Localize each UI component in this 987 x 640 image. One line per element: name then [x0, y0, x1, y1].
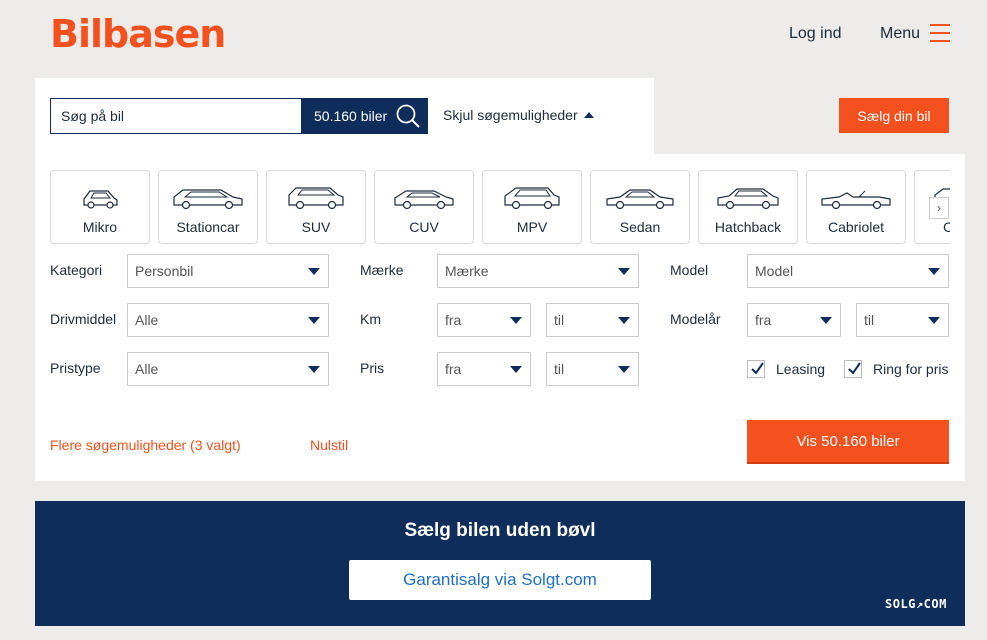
pris-from-select[interactable]: fra [437, 352, 531, 386]
category-hatchback[interactable]: Hatchback [698, 170, 798, 244]
car-mpv-icon [504, 187, 560, 210]
car-sedan-icon [606, 189, 674, 210]
car-cabriolet-icon [821, 190, 891, 210]
search-count-label: 50.160 biler [314, 108, 388, 124]
km-to-select[interactable]: til [546, 303, 639, 337]
search-icon [396, 104, 420, 128]
category-label: Mikro [82, 219, 118, 235]
checkmark-icon [751, 362, 764, 375]
triangle-up-icon [583, 112, 594, 118]
category-partial[interactable]: › C [914, 170, 950, 244]
ring-for-pris-label: Ring for pris [873, 361, 949, 377]
caret-down-icon [618, 366, 630, 373]
sell-car-button[interactable]: Sælg din bil [839, 98, 949, 133]
caret-down-icon [928, 317, 940, 324]
hamburger-icon[interactable] [930, 24, 950, 42]
km-from-select[interactable]: fra [437, 303, 531, 337]
drivmiddel-label: Drivmiddel [50, 311, 117, 327]
leasing-label: Leasing [776, 361, 826, 377]
kategori-label: Kategori [50, 262, 103, 278]
category-mpv[interactable]: MPV [482, 170, 582, 244]
drivmiddel-select[interactable]: Alle [127, 303, 329, 337]
ring-for-pris-checkbox[interactable] [844, 360, 862, 378]
caret-down-icon [510, 317, 522, 324]
show-results-button[interactable]: Vis 50.160 biler [747, 420, 949, 464]
category-sedan[interactable]: Sedan [590, 170, 690, 244]
caret-down-icon [308, 317, 320, 324]
modelaar-to-select[interactable]: til [856, 303, 949, 337]
category-cuv[interactable]: CUV [374, 170, 474, 244]
modelaar-from-select[interactable]: fra [747, 303, 841, 337]
car-mikro-icon [83, 190, 118, 209]
garantisalg-button[interactable]: Garantisalg via Solgt.com [349, 560, 651, 600]
search-submit-button[interactable]: 50.160 biler [301, 99, 427, 133]
pristype-select[interactable]: Alle [127, 352, 329, 386]
car-suv-icon [288, 187, 344, 210]
caret-down-icon [820, 317, 832, 324]
category-mikro[interactable]: Mikro [50, 170, 150, 244]
search-box: 50.160 biler [50, 98, 428, 134]
pristype-label: Pristype [50, 360, 101, 376]
category-label: C [943, 219, 950, 235]
kategori-select[interactable]: Personbil [127, 254, 329, 288]
menu-link[interactable]: Menu [880, 25, 920, 43]
toggle-search-options[interactable]: Skjul søgemuligheder [443, 107, 594, 123]
category-stationcar[interactable]: Stationcar [158, 170, 258, 244]
leasing-checkbox[interactable] [747, 360, 765, 378]
checkmark-icon [848, 362, 861, 375]
caret-down-icon [308, 366, 320, 373]
pris-label: Pris [360, 360, 385, 376]
category-label: CUV [409, 219, 439, 235]
search-input[interactable] [51, 99, 301, 133]
pris-to-select[interactable]: til [546, 352, 639, 386]
model-select[interactable]: Model [747, 254, 949, 288]
category-label: MPV [516, 219, 548, 235]
caret-down-icon [618, 317, 630, 324]
solgt-logo: SOLG↗COM [885, 597, 947, 611]
category-label: SUV [301, 219, 331, 235]
category-label: Sedan [619, 219, 661, 235]
category-label: Cabriolet [827, 219, 885, 235]
sell-banner: Sælg bilen uden bøvl Garantisalg via Sol… [35, 501, 965, 626]
caret-down-icon [510, 366, 522, 373]
model-label: Model [670, 262, 709, 278]
car-cuv-icon [394, 190, 454, 210]
category-label: Hatchback [714, 219, 782, 235]
category-label: Stationcar [176, 219, 240, 235]
bilbasen-logo[interactable]: Bilbasen [50, 12, 226, 56]
car-stationcar-icon [173, 189, 243, 210]
car-hatchback-icon [717, 188, 779, 210]
maerke-label: Mærke [360, 262, 404, 278]
caret-down-icon [618, 268, 630, 275]
chevron-right-icon[interactable]: › [929, 197, 949, 219]
more-search-options-link[interactable]: Flere søgemuligheder (3 valgt) [50, 437, 241, 453]
km-label: Km [360, 311, 381, 327]
modelaar-label: Modelår [670, 311, 721, 327]
reset-link[interactable]: Nulstil [310, 437, 348, 453]
banner-title: Sælg bilen uden bøvl [404, 520, 596, 541]
maerke-select[interactable]: Mærke [437, 254, 639, 288]
login-link[interactable]: Log ind [789, 25, 842, 43]
category-suv[interactable]: SUV [266, 170, 366, 244]
category-cabriolet[interactable]: Cabriolet [806, 170, 906, 244]
caret-down-icon [308, 268, 320, 275]
caret-down-icon [928, 268, 940, 275]
